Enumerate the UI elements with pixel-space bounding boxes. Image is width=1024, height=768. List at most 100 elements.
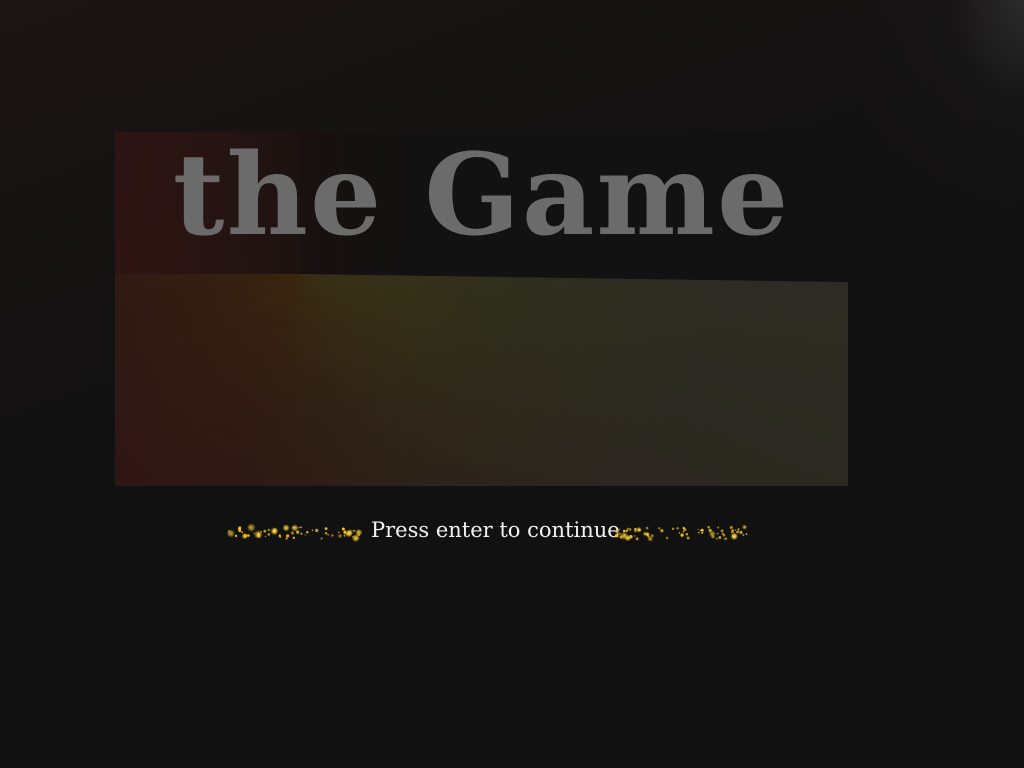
sparkle-particle xyxy=(338,534,342,538)
sparkle-particle xyxy=(238,529,241,532)
sparkle-particle xyxy=(634,527,637,531)
sparkle-trail-icon-right xyxy=(614,524,748,542)
sparkle-particle xyxy=(628,528,632,531)
sparkle-particle xyxy=(678,532,681,534)
sparkle-particle xyxy=(618,528,621,531)
sparkle-particle xyxy=(249,526,251,528)
sparkle-particle xyxy=(698,531,700,534)
sparkle-particle xyxy=(718,536,722,539)
sparkle-particle xyxy=(745,533,748,535)
sparkle-particle xyxy=(247,534,250,537)
sparkle-particle xyxy=(742,534,745,536)
sparkle-particle xyxy=(295,526,297,529)
sparkle-particle xyxy=(633,535,636,537)
sparkle-particle xyxy=(711,535,715,539)
sparkle-particle xyxy=(337,531,340,534)
sparkle-particle xyxy=(615,530,619,534)
sparkle-particle xyxy=(721,532,724,535)
sparkle-particle xyxy=(298,526,301,529)
sparkle-particle xyxy=(658,527,661,530)
sparkle-particle xyxy=(234,534,238,538)
sparkle-particle xyxy=(736,530,739,534)
sparkle-particle xyxy=(315,528,319,533)
sparkle-particle xyxy=(327,534,329,536)
sparkle-particle xyxy=(716,538,718,540)
sparkle-particle xyxy=(724,537,727,541)
title-screen[interactable]: the Game Press enter to continue xyxy=(0,0,1024,768)
sparkle-particle xyxy=(346,529,354,536)
sparkle-particle xyxy=(660,529,664,533)
sparkle-particle xyxy=(643,532,647,536)
sparkle-particle xyxy=(635,537,639,541)
sparkle-particle xyxy=(737,528,740,531)
sparkle-particle xyxy=(320,537,323,540)
sparkle-particle xyxy=(282,524,290,532)
sparkle-particle xyxy=(353,529,356,532)
sparkle-particle xyxy=(304,534,307,536)
sparkle-particle xyxy=(614,534,618,538)
sparkle-particle xyxy=(686,536,690,540)
sparkle-particle xyxy=(682,531,685,533)
sparkle-particle xyxy=(625,529,629,532)
sparkle-particle xyxy=(680,533,684,537)
sparkle-particle xyxy=(629,535,633,539)
sparkle-particle xyxy=(246,523,256,532)
continue-prompt: Press enter to continue xyxy=(0,516,1024,550)
sparkle-particle xyxy=(341,527,345,531)
sparkle-particle xyxy=(676,527,679,530)
sparkle-particle xyxy=(267,528,270,532)
sparkle-particle xyxy=(626,527,629,530)
sparkle-particle xyxy=(343,534,346,537)
sparkle-trail-icon-left xyxy=(226,523,363,543)
sparkle-particle xyxy=(291,531,294,534)
sparkle-particle xyxy=(700,528,704,532)
sparkle-particle xyxy=(717,526,720,529)
sparkle-particle xyxy=(306,531,309,534)
sparkle-particle xyxy=(279,536,282,538)
sparkle-particle xyxy=(741,524,748,530)
sparkle-particle xyxy=(296,530,300,534)
sparkle-particle xyxy=(730,532,739,541)
sparkle-particle xyxy=(620,531,629,540)
sparkle-particle xyxy=(270,527,279,536)
sparkle-particle xyxy=(244,534,248,538)
sparkle-particle xyxy=(697,528,699,531)
sparkle-particle xyxy=(263,529,267,533)
sparkle-particle xyxy=(292,526,295,529)
sparkle-particle xyxy=(708,528,712,532)
sparkle-particle xyxy=(734,529,737,531)
sparkle-particle xyxy=(665,536,669,540)
sparkle-particle xyxy=(682,526,685,530)
sparkle-particle xyxy=(300,532,303,535)
sparkle-particle xyxy=(741,533,743,535)
sparkle-particle xyxy=(352,535,354,538)
title-card: the Game xyxy=(115,132,848,486)
sparkle-particle xyxy=(357,533,360,537)
sparkle-particle xyxy=(707,525,710,529)
sparkle-particle xyxy=(331,534,334,537)
sparkle-particle xyxy=(264,535,267,538)
sparkle-particle xyxy=(253,530,263,539)
sparkle-particle xyxy=(240,530,243,533)
sparkle-particle xyxy=(647,535,650,538)
sparkle-particle xyxy=(300,526,303,529)
sparkle-particle xyxy=(226,529,235,538)
sparkle-particle xyxy=(729,526,733,529)
sparkle-particle xyxy=(286,534,290,538)
sparkle-particle xyxy=(311,529,314,531)
sparkle-particle xyxy=(716,532,719,535)
sparkle-particle xyxy=(671,527,675,530)
game-title: the Game xyxy=(172,132,791,261)
press-enter-prompt: Press enter to continue xyxy=(371,518,620,542)
sparkle-particle xyxy=(685,532,689,536)
sparkle-particle xyxy=(324,532,328,535)
sparkle-particle xyxy=(292,536,295,539)
sparkle-particle xyxy=(720,529,724,533)
sparkle-particle xyxy=(324,527,328,530)
sparkle-particle xyxy=(345,533,347,535)
sparkle-particle xyxy=(267,533,271,536)
sparkle-particle xyxy=(645,526,649,530)
sparkle-particle xyxy=(344,530,347,532)
sparkle-particle xyxy=(701,531,704,534)
sparkle-particle xyxy=(618,532,621,536)
